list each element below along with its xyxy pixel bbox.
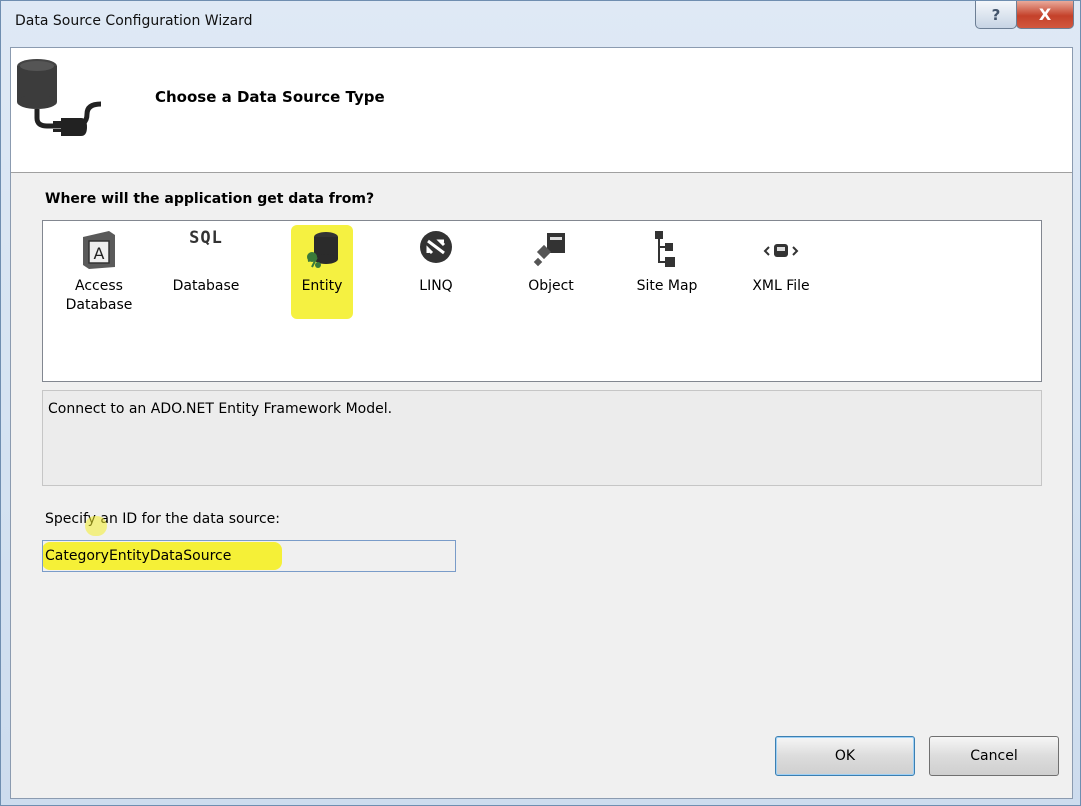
window-title: Data Source Configuration Wizard xyxy=(15,13,253,29)
close-button[interactable]: X xyxy=(1016,1,1074,29)
source-item-label: LINQ xyxy=(419,278,453,294)
close-icon: X xyxy=(1038,5,1052,24)
source-item-label: Site Map xyxy=(636,278,698,294)
source-item-access-database[interactable]: A Access Database xyxy=(54,229,144,315)
page-title: Choose a Data Source Type xyxy=(155,88,385,106)
ok-button[interactable]: OK xyxy=(775,736,915,776)
access-database-icon: A xyxy=(83,231,115,269)
ok-button-label: OK xyxy=(834,748,856,764)
source-description-panel: Connect to an ADO.NET Entity Framework M… xyxy=(42,390,1042,486)
source-item-xml-file[interactable]: XML File xyxy=(736,229,826,296)
wizard-header: Choose a Data Source Type xyxy=(11,48,1072,173)
source-item-entity[interactable]: Entity xyxy=(277,229,367,296)
entity-icon xyxy=(307,232,338,268)
wizard-window: Data Source Configuration Wizard ? X Cho… xyxy=(0,0,1081,806)
data-source-type-list[interactable]: A Access Database SQL Database Entity LI… xyxy=(42,220,1042,382)
help-icon: ? xyxy=(991,5,1001,24)
source-item-label: Object xyxy=(528,278,574,294)
data-source-plug-icon xyxy=(17,59,102,136)
cancel-button-label: Cancel xyxy=(970,748,1018,764)
data-source-id-input[interactable] xyxy=(42,540,456,572)
source-item-linq[interactable]: LINQ xyxy=(391,229,481,296)
linq-icon xyxy=(420,231,452,263)
source-item-database[interactable]: SQL Database xyxy=(161,229,251,296)
title-bar[interactable]: Data Source Configuration Wizard ? X xyxy=(1,1,1080,47)
site-map-icon xyxy=(655,231,675,267)
source-item-label: Access Database xyxy=(65,278,133,313)
id-label-highlight xyxy=(85,516,107,536)
object-icon xyxy=(533,233,565,267)
id-field-label: Specify an ID for the data source: xyxy=(45,511,280,527)
source-item-label: Database xyxy=(172,278,240,294)
xml-file-icon xyxy=(763,244,799,257)
dialog-body: Choose a Data Source Type Where will the… xyxy=(10,47,1073,799)
source-item-label: Entity xyxy=(301,278,343,294)
source-item-label: XML File xyxy=(752,278,810,294)
source-description: Connect to an ADO.NET Entity Framework M… xyxy=(48,401,393,417)
source-item-object[interactable]: Object xyxy=(506,229,596,296)
cancel-button[interactable]: Cancel xyxy=(929,736,1059,776)
sql-icon-text: SQL xyxy=(189,228,223,248)
source-item-site-map[interactable]: Site Map xyxy=(622,229,712,296)
help-button[interactable]: ? xyxy=(975,1,1017,29)
svg-text:A: A xyxy=(94,244,105,263)
sql-database-icon: SQL xyxy=(186,229,226,271)
source-type-prompt: Where will the application get data from… xyxy=(45,191,375,207)
